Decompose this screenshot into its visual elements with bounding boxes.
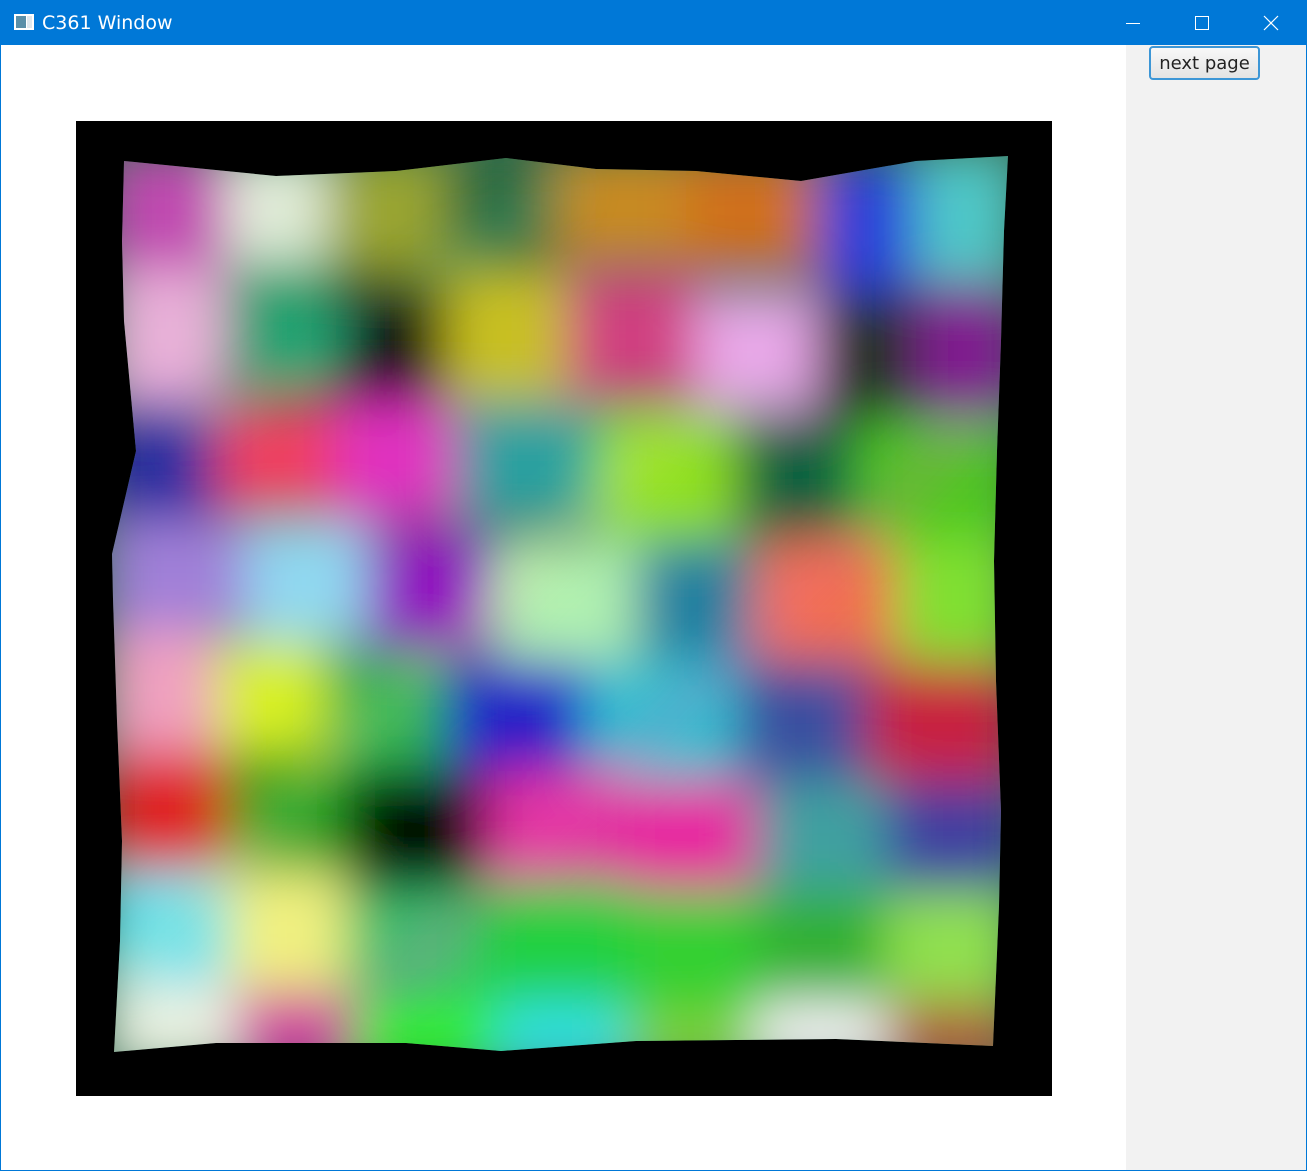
title-bar[interactable]: C361 Window [1,1,1306,45]
colored-mesh-rendering [76,121,1052,1096]
app-window: C361 Window next page [0,0,1307,1171]
maximize-button[interactable] [1167,1,1237,45]
render-canvas[interactable] [76,121,1052,1096]
client-area: next page [1,45,1306,1170]
minimize-button[interactable] [1098,1,1168,45]
next-page-button[interactable]: next page [1149,46,1260,80]
maximize-icon [1195,16,1209,30]
side-panel [1126,45,1306,1170]
window-title: C361 Window [42,12,173,34]
app-window-icon [14,14,34,30]
close-button[interactable] [1236,1,1306,45]
minimize-icon [1126,23,1140,24]
close-icon [1263,15,1279,31]
